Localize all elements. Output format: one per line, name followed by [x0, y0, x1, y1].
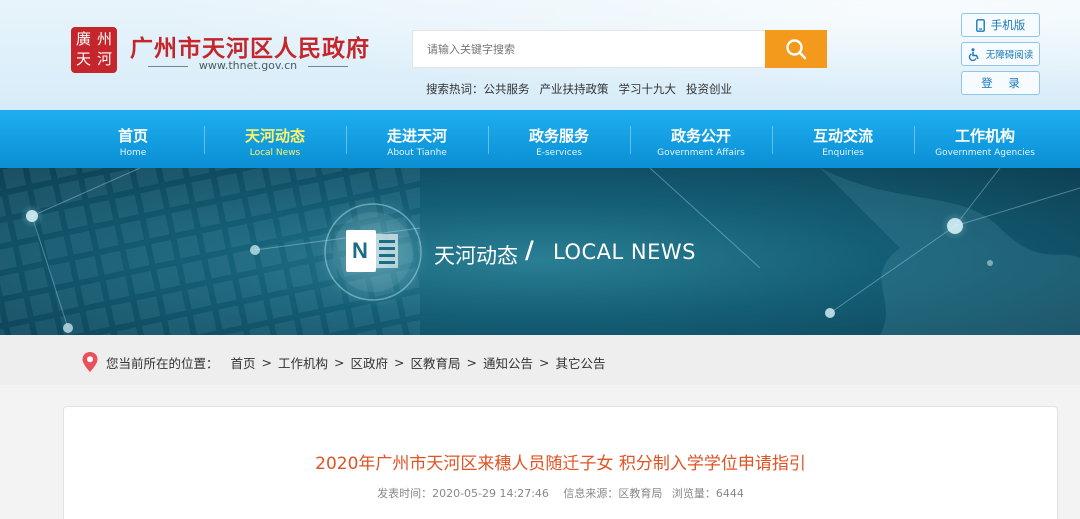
login-button[interactable]: 登 录: [961, 71, 1040, 95]
nav-item-sublabel: Government Affairs: [657, 148, 745, 158]
banner-subtitle: LOCAL NEWS: [553, 240, 696, 264]
news-icon: N: [346, 230, 398, 272]
divider: [308, 66, 348, 67]
breadcrumb-separator: >: [334, 354, 345, 370]
accessibility-button[interactable]: 无障碍阅读: [961, 42, 1040, 66]
publish-time: 2020-05-29 14:27:46: [432, 487, 549, 500]
breadcrumb: 您当前所在的位置： 首页 > 工作机构 > 区政府 > 区教育局 > 通知公告 …: [82, 352, 606, 372]
site-header: 廣 州 天 河 广州市天河区人民政府 www.thnet.gov.cn 搜索热词…: [0, 0, 1080, 110]
site-title[interactable]: 广州市天河区人民政府: [130, 29, 370, 63]
location-pin-icon: [82, 352, 98, 372]
site-url-row: www.thnet.gov.cn: [148, 59, 348, 73]
publish-time-label: 发表时间：: [377, 487, 433, 500]
breadcrumb-separator: >: [466, 354, 478, 370]
nav-item-label: 工作机构: [954, 127, 1015, 145]
breadcrumb-separator: >: [261, 354, 273, 370]
logo-char: 天: [75, 50, 91, 68]
wheelchair-icon: [968, 47, 979, 61]
hot-word-link[interactable]: 产业扶持政策: [540, 82, 609, 96]
article-card: 2020年广州市天河区来穗人员随迁子女 积分制入学学位申请指引 发表时间：202…: [63, 406, 1058, 519]
breadcrumb-link[interactable]: 首页: [231, 353, 256, 372]
hot-word-link[interactable]: 公共服务: [484, 82, 530, 96]
logo-seal[interactable]: 廣 州 天 河: [71, 27, 117, 73]
nav-item-label: 政务公开: [670, 127, 731, 145]
nav-item-sublabel: About Tianhe: [387, 148, 447, 158]
logo-char: 河: [96, 50, 112, 68]
nav-item-sublabel: Home: [119, 148, 147, 158]
search-input[interactable]: [413, 31, 766, 67]
hot-words-label: 搜索热词：: [426, 82, 484, 96]
logo-char: 州: [96, 30, 112, 48]
nav-item-sublabel: E-services: [536, 148, 582, 158]
nav-item-gov-affairs[interactable]: 政务公开 Government Affairs: [630, 110, 772, 168]
mobile-version-button[interactable]: 手机版: [961, 13, 1040, 37]
nav-item-agencies[interactable]: 工作机构 Government Agencies: [914, 110, 1056, 168]
nav-item-label: 政务服务: [528, 127, 589, 145]
search-box: [412, 30, 766, 68]
nav-item-sublabel: Government Agencies: [935, 148, 1035, 158]
article-meta: 发表时间：2020-05-29 14:27:46 信息来源：区教育局 浏览量：6…: [64, 485, 1057, 501]
nav-item-about[interactable]: 走进天河 About Tianhe: [346, 110, 488, 168]
phone-icon: [975, 18, 985, 32]
hot-word-link[interactable]: 投资创业: [686, 82, 732, 96]
news-icon-letter: N: [352, 238, 368, 263]
nav-item-sublabel: Local News: [249, 148, 301, 158]
banner-divider: /: [525, 236, 534, 264]
nav-item-local-news[interactable]: 天河动态 Local News: [204, 110, 346, 168]
hot-word-link[interactable]: 学习十九大: [619, 82, 677, 96]
search-button[interactable]: [765, 30, 827, 68]
accessibility-label: 无障碍阅读: [985, 50, 1034, 61]
logo-char: 廣: [75, 30, 91, 48]
nav-item-label: 互动交流: [812, 127, 873, 145]
breadcrumb-bar: 您当前所在的位置： 首页 > 工作机构 > 区政府 > 区教育局 > 通知公告 …: [0, 335, 1080, 385]
nav-item-sublabel: Enquiries: [822, 148, 864, 158]
source-label: 信息来源：: [563, 487, 619, 500]
banner-title: 天河动态: [434, 244, 518, 268]
breadcrumb-separator: >: [394, 354, 405, 370]
breadcrumb-link[interactable]: 区政府: [351, 353, 389, 372]
nav-item-label: 天河动态: [244, 127, 305, 145]
nav-item-label: 走进天河: [386, 127, 447, 145]
section-banner: N 天河动态 / LOCAL NEWS: [0, 168, 1080, 335]
banner-background: [0, 168, 1080, 335]
breadcrumb-link[interactable]: 工作机构: [278, 353, 328, 372]
breadcrumb-lead: 您当前所在的位置：: [106, 355, 219, 371]
mobile-version-label: 手机版: [990, 18, 1026, 32]
breadcrumb-link[interactable]: 其它公告: [556, 353, 606, 372]
breadcrumb-link[interactable]: 区教育局: [411, 353, 461, 372]
hot-words: 搜索热词：公共服务 产业扶持政策 学习十九大 投资创业: [426, 81, 732, 97]
main-nav: 首页 Home 天河动态 Local News 走进天河 About Tianh…: [0, 110, 1080, 168]
breadcrumb-separator: >: [539, 354, 550, 370]
breadcrumb-link[interactable]: 通知公告: [483, 353, 533, 372]
views-label: 浏览量：: [671, 487, 716, 500]
nav-item-home[interactable]: 首页 Home: [62, 110, 204, 168]
nav-item-label: 首页: [117, 127, 148, 145]
views-count: 6444: [715, 487, 744, 500]
nav-item-e-services[interactable]: 政务服务 E-services: [488, 110, 630, 168]
nav-item-enquiries[interactable]: 互动交流 Enquiries: [772, 110, 914, 168]
article-title: 2020年广州市天河区来穗人员随迁子女 积分制入学学位申请指引: [315, 454, 806, 474]
source-value: 区教育局: [618, 487, 663, 500]
search-icon: [786, 39, 807, 60]
